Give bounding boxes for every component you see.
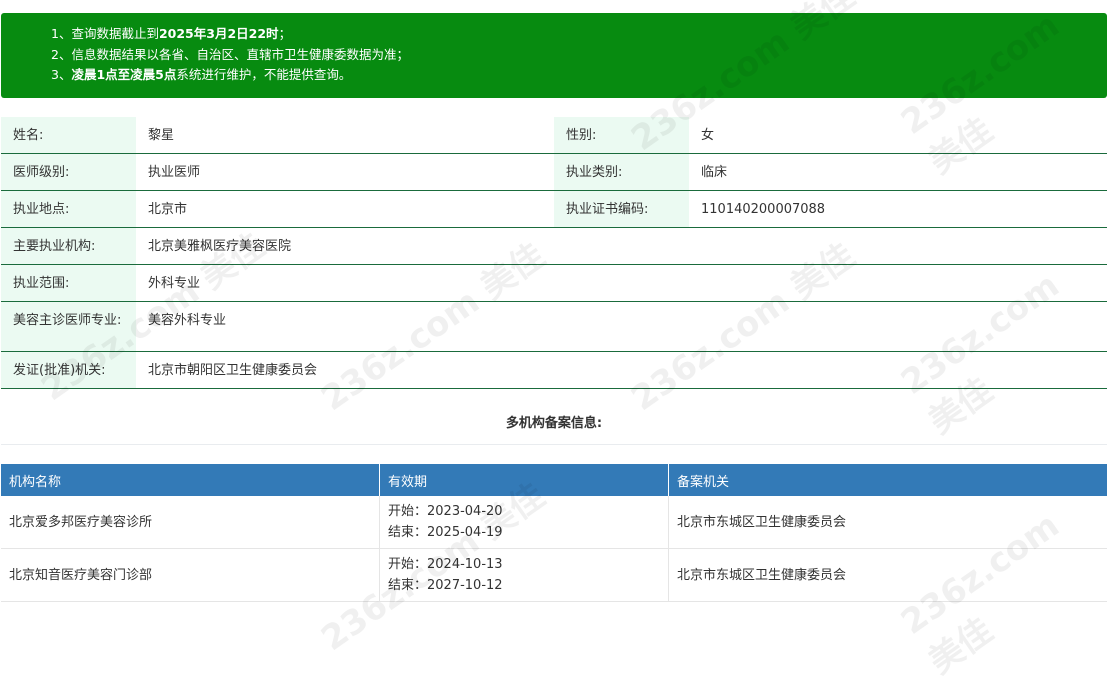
record-end: 结束：2025-04-19 (388, 525, 503, 540)
issuer-label: 发证(批准)机关: (1, 352, 136, 388)
notice-banner: 1、查询数据截止到2025年3月2日22时； 2、信息数据结果以各省、自治区、直… (1, 13, 1107, 98)
record-org: 北京知音医疗美容门诊部 (1, 548, 380, 602)
header-authority: 备案机关 (668, 464, 1107, 496)
location-value: 北京市 (148, 202, 188, 217)
gender-label: 性别: (554, 117, 689, 153)
cosmetic-label: 美容主诊医师专业: (1, 302, 136, 351)
info-row-scope: 执业范围: 外科专业 (1, 265, 1107, 302)
category-label: 执业类别: (554, 154, 689, 190)
record-start: 开始：2023-04-20 (388, 504, 503, 519)
record-authority: 北京市东城区卫生健康委员会 (668, 548, 1107, 602)
notice-line-1: 1、查询数据截止到2025年3月2日22时； (51, 26, 292, 41)
record-end: 结束：2027-10-12 (388, 578, 503, 593)
level-value: 执业医师 (148, 165, 201, 180)
info-row-org: 主要执业机构: 北京美雅枫医疗美容医院 (1, 228, 1107, 265)
table-row: 北京知音医疗美容门诊部 开始：2024-10-13 结束：2027-10-12 … (1, 548, 1107, 602)
record-authority: 北京市东城区卫生健康委员会 (668, 496, 1107, 549)
record-org: 北京爱多邦医疗美容诊所 (1, 496, 380, 549)
info-row-level: 医师级别: 执业医师 执业类别: 临床 (1, 154, 1107, 191)
name-value: 黎星 (148, 128, 175, 143)
scope-value: 外科专业 (148, 276, 201, 291)
cosmetic-value: 美容外科专业 (148, 313, 227, 328)
level-label: 医师级别: (1, 154, 136, 190)
header-validity: 有效期 (379, 464, 669, 496)
header-org: 机构名称 (1, 464, 380, 496)
gender-value: 女 (701, 128, 715, 143)
doctor-info-table: 姓名: 黎星 性别: 女 医师级别: 执业医师 执业类别: 临床 执业地点: 北… (1, 117, 1107, 389)
records-header-row: 机构名称 有效期 备案机关 (1, 464, 1107, 496)
notice-line-3: 3、凌晨1点至凌晨5点系统进行维护，不能提供查询。 (51, 67, 352, 82)
notice-line-2: 2、信息数据结果以各省、自治区、直辖市卫生健康委数据为准； (51, 46, 409, 62)
records-table: 机构名称 有效期 备案机关 北京爱多邦医疗美容诊所 开始：2023-04-20 … (1, 464, 1107, 602)
location-label: 执业地点: (1, 191, 136, 227)
info-row-name: 姓名: 黎星 性别: 女 (1, 117, 1107, 154)
category-value: 临床 (701, 165, 728, 180)
issuer-value: 北京市朝阳区卫生健康委员会 (148, 363, 318, 378)
info-row-location: 执业地点: 北京市 执业证书编码: 110140200007088 (1, 191, 1107, 228)
record-validity: 开始：2024-10-13 结束：2027-10-12 (379, 548, 669, 602)
table-row: 北京爱多邦医疗美容诊所 开始：2023-04-20 结束：2025-04-19 … (1, 496, 1107, 549)
info-row-issuer: 发证(批准)机关: 北京市朝阳区卫生健康委员会 (1, 352, 1107, 389)
records-title: 多机构备案信息: (1, 403, 1107, 445)
scope-label: 执业范围: (1, 265, 136, 301)
info-row-cosmetic: 美容主诊医师专业: 美容外科专业 (1, 302, 1107, 352)
cert-label: 执业证书编码: (554, 191, 689, 227)
record-validity: 开始：2023-04-20 结束：2025-04-19 (379, 496, 669, 549)
name-label: 姓名: (1, 117, 136, 153)
org-label: 主要执业机构: (1, 228, 136, 264)
cert-value: 110140200007088 (701, 202, 826, 217)
record-start: 开始：2024-10-13 (388, 557, 503, 572)
org-value: 北京美雅枫医疗美容医院 (148, 239, 292, 254)
